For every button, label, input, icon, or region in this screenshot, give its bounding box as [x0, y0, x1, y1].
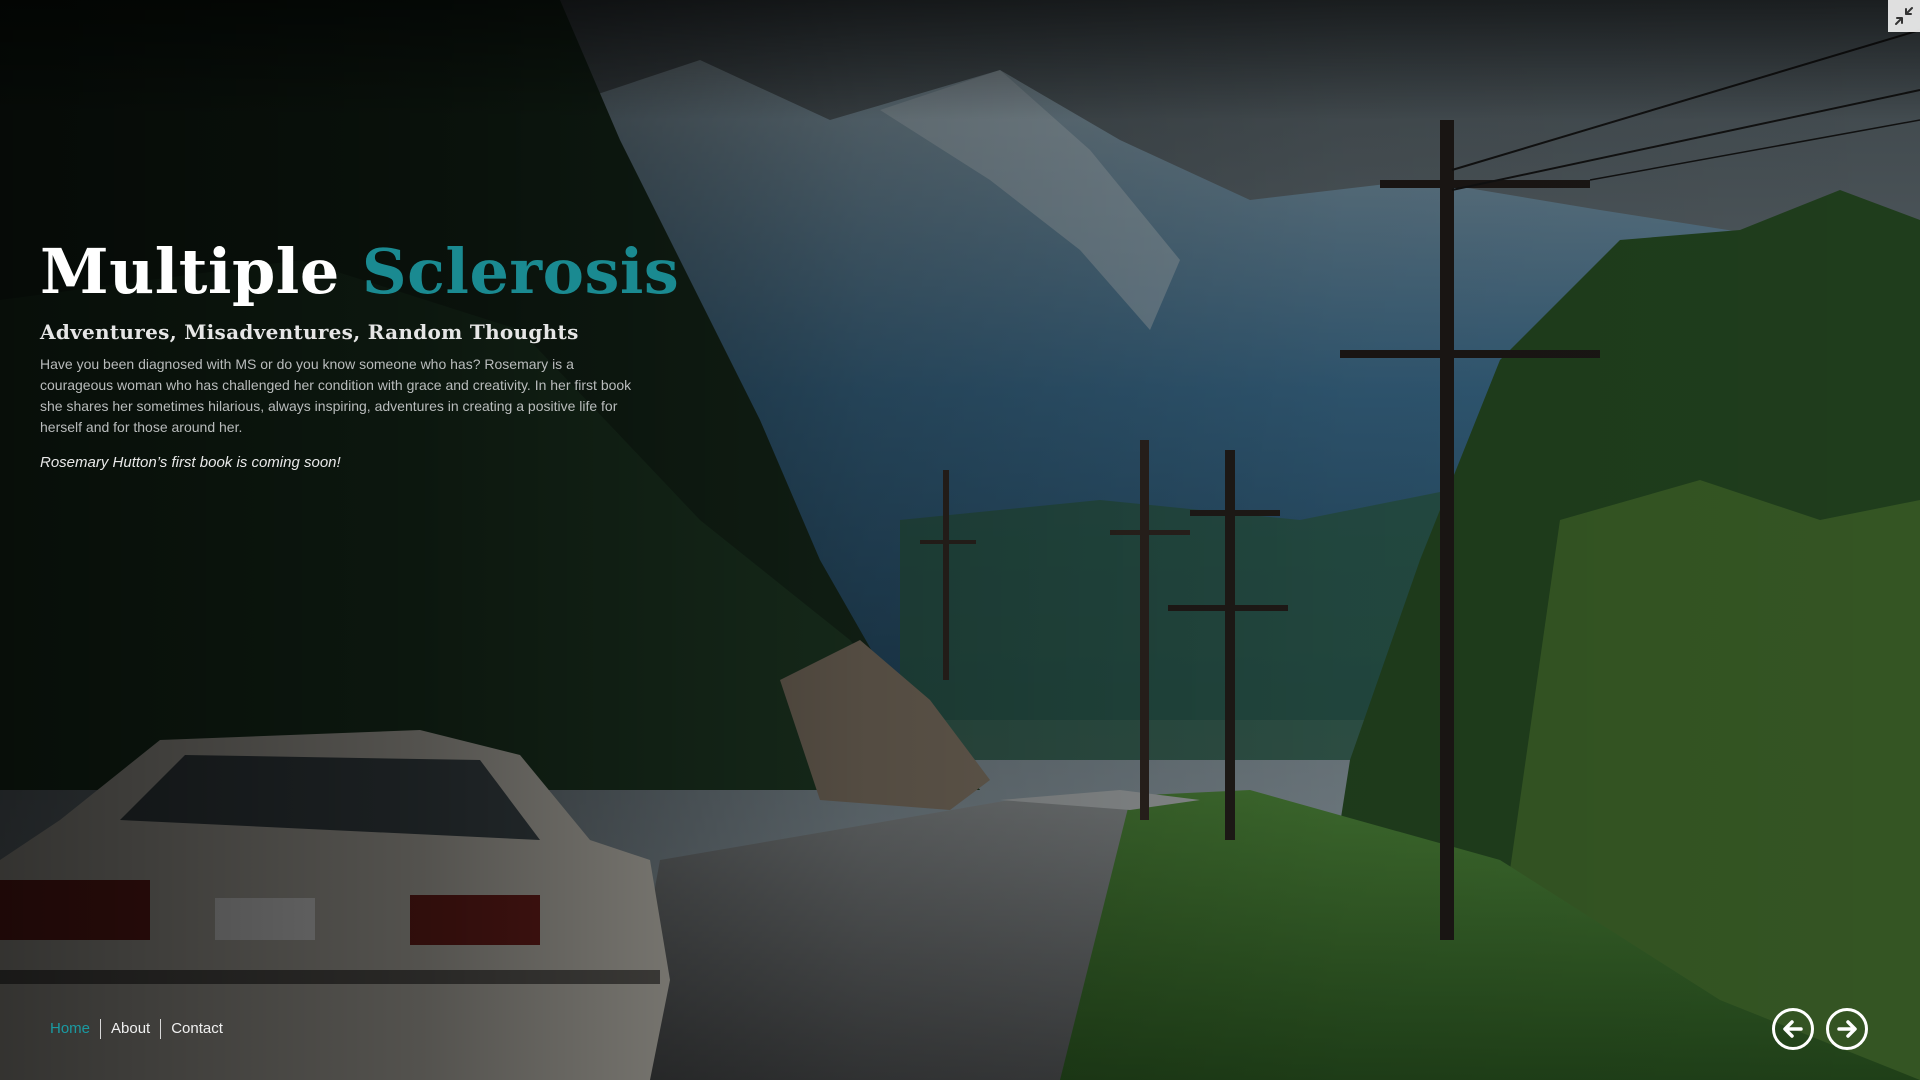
next-slide-button[interactable] [1826, 1008, 1868, 1050]
book-description: Have you been diagnosed with MS or do yo… [40, 356, 632, 435]
slideshow-controls [1772, 1008, 1868, 1050]
arrow-right-circle-icon [1837, 1020, 1857, 1038]
exit-fullscreen-button[interactable] [1888, 0, 1920, 32]
exit-fullscreen-icon [1895, 7, 1913, 25]
page-title: Multiple Sclerosis [40, 232, 679, 312]
text-readability-overlay [0, 0, 1920, 1080]
page-subtitle: Adventures, Misadventures, Random Though… [40, 320, 579, 344]
footer-nav: Home About Contact [40, 1018, 233, 1040]
title-accent: Sclerosis [361, 235, 680, 308]
nav-item-home[interactable]: Home [40, 1018, 100, 1040]
top-vignette [0, 0, 1920, 120]
coming-soon-teaser: Rosemary Hutton’s first book is coming s… [40, 454, 341, 471]
previous-slide-button[interactable] [1772, 1008, 1814, 1050]
arrow-left-circle-icon [1783, 1020, 1803, 1038]
hero-text-block: Multiple Sclerosis Adventures, Misadvent… [40, 232, 679, 471]
slideshow-stage: Multiple Sclerosis Adventures, Misadvent… [0, 0, 1920, 1080]
title-main: Multiple [40, 235, 340, 308]
nav-item-contact[interactable]: Contact [161, 1018, 233, 1040]
nav-item-about[interactable]: About [101, 1018, 160, 1040]
